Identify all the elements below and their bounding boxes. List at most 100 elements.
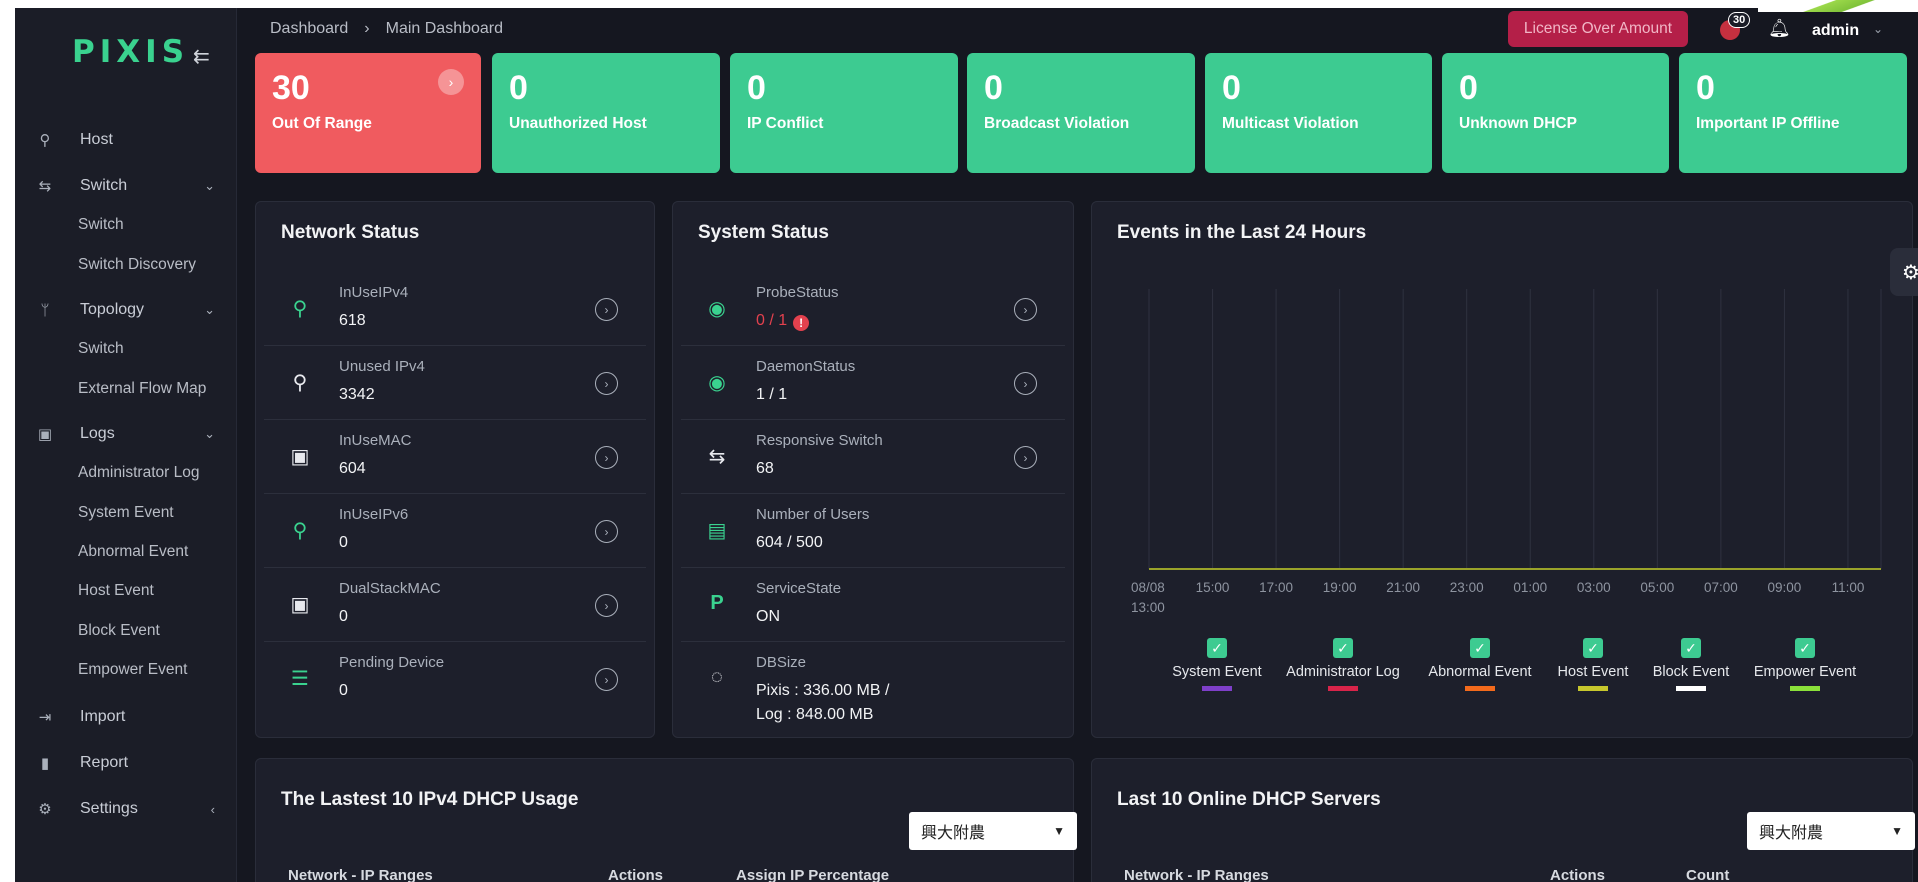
legend-swatch [1328, 686, 1358, 691]
card-broadcast-violation[interactable]: 0 Broadcast Violation [967, 53, 1195, 173]
broadcast-icon: ◉ [708, 372, 726, 394]
sidebar-item-label: Host [80, 131, 113, 148]
legend-swatch [1202, 686, 1232, 691]
legend-swatch [1676, 686, 1706, 691]
legend-swatch [1790, 686, 1820, 691]
caret-down-icon: ▼ [1053, 824, 1065, 838]
sidebar-subitem-empower-event[interactable]: Empower Event [78, 655, 187, 685]
stat-value: 0 [339, 534, 348, 551]
breadcrumb-separator: › [364, 20, 370, 37]
settings-gear-icon[interactable]: ⚙ [1890, 248, 1918, 296]
x-tick-label: 15:00 [1196, 580, 1230, 595]
sidebar-item-switch[interactable]: ⇆ Switch ⌄ [15, 171, 237, 201]
stat-value: 68 [756, 460, 774, 477]
sidebar-item-label: Settings [80, 800, 138, 817]
sidebar-item-logs[interactable]: ▣ Logs ⌄ [15, 419, 237, 449]
sidebar-subitem-switch-discovery[interactable]: Switch Discovery [78, 250, 196, 280]
chevron-right-icon[interactable]: › [595, 372, 618, 395]
checkbox-icon[interactable]: ✓ [1583, 638, 1603, 658]
sidebar-subitem-system-event[interactable]: System Event [78, 498, 174, 528]
card-multicast-violation[interactable]: 0 Multicast Violation [1205, 53, 1432, 173]
sidebar-subitem-host-event[interactable]: Host Event [78, 576, 154, 606]
checkbox-icon[interactable]: ✓ [1333, 638, 1353, 658]
stat-value: 0 [339, 608, 348, 625]
server-icon: ▤ [707, 520, 727, 542]
column-header: Count [1686, 867, 1730, 882]
chevron-right-icon[interactable]: › [595, 520, 618, 543]
sidebar-item-settings[interactable]: ⚙ Settings ‹ [15, 794, 237, 824]
card-unauthorized-host[interactable]: 0 Unauthorized Host [492, 53, 720, 173]
checklist-icon: ☰ [291, 668, 309, 690]
card-label: Important IP Offline [1696, 115, 1840, 132]
calendar-icon: ▣ [37, 426, 53, 443]
card-value: 0 [509, 69, 528, 107]
select-value: 興大附農 [921, 825, 986, 842]
switch-icon: ⇆ [708, 446, 726, 468]
card-unknown-dhcp[interactable]: 0 Unknown DHCP [1442, 53, 1669, 173]
stat-row-inuse-mac: ▣ InUseMAC 604 › [264, 420, 646, 494]
card-value: 0 [1459, 69, 1478, 107]
sidebar-subitem-external-flow-map[interactable]: External Flow Map [78, 374, 206, 404]
card-label: Unknown DHCP [1459, 115, 1577, 132]
stat-value: Pixis : 336.00 MB / [756, 682, 890, 699]
x-tick-label: 01:00 [1513, 580, 1547, 595]
sidebar-item-report[interactable]: ▮ Report [15, 748, 237, 778]
x-tick-label: 17:00 [1259, 580, 1293, 595]
chevron-right-icon[interactable]: › [1014, 298, 1037, 321]
breadcrumb-dashboard[interactable]: Dashboard [270, 20, 348, 38]
stat-row-number-of-users: ▤ Number of Users 604 / 500 [681, 494, 1065, 568]
user-menu[interactable]: admin [1812, 22, 1859, 40]
chevron-right-icon[interactable]: › [438, 69, 464, 95]
collapse-sidebar-icon[interactable]: ⇇ [193, 44, 210, 69]
sidebar-item-label: Switch [80, 177, 128, 194]
checkbox-icon[interactable]: ✓ [1470, 638, 1490, 658]
sidebar-subitem-block-event[interactable]: Block Event [78, 616, 160, 646]
card-value: 0 [984, 69, 1003, 107]
checkbox-icon[interactable]: ✓ [1681, 638, 1701, 658]
sidebar-subitem-topology-switch[interactable]: Switch [78, 334, 124, 364]
legend-label: Administrator Log [1286, 664, 1400, 680]
sidebar-subitem-abnormal-event[interactable]: Abnormal Event [78, 537, 188, 567]
stat-name: DaemonStatus [756, 358, 856, 375]
sidebar-subitem-administrator-log[interactable]: Administrator Log [78, 458, 199, 488]
column-header: Assign IP Percentage [736, 867, 890, 882]
chevron-right-icon[interactable]: › [1014, 372, 1037, 395]
card-label: Broadcast Violation [984, 115, 1130, 132]
bell-icon[interactable]: 🔔︎ [1768, 18, 1791, 39]
chevron-right-icon[interactable]: › [595, 668, 618, 691]
dhcp-servers-select[interactable]: 興大附農 ▼ [1747, 812, 1915, 850]
chevron-right-icon[interactable]: › [595, 446, 618, 469]
sidebar-item-host[interactable]: ⚲ Host [15, 125, 237, 155]
file-icon: ▮ [40, 755, 50, 772]
dhcp-usage-select[interactable]: 興大附農 ▼ [909, 812, 1077, 850]
chevron-right-icon[interactable]: › [595, 298, 618, 321]
x-tick-label: 11:00 [1832, 580, 1865, 595]
chevron-right-icon[interactable]: › [1014, 446, 1037, 469]
stat-name: InUseIPv6 [339, 506, 409, 523]
sidebar-subitem-switch[interactable]: Switch [78, 210, 124, 240]
card-out-of-range[interactable]: 30 Out Of Range › [255, 53, 481, 173]
chevron-right-icon[interactable]: › [595, 594, 618, 617]
stat-row-unused-ipv4: ⚲ Unused IPv4 3342 › [264, 346, 646, 420]
column-header: Network - IP Ranges [1124, 867, 1269, 882]
card-important-ip-offline[interactable]: 0 Important IP Offline [1679, 53, 1907, 173]
checkbox-icon[interactable]: ✓ [1795, 638, 1815, 658]
warning-icon: ! [793, 315, 810, 331]
legend-item[interactable]: ✓ Empower Event [1725, 638, 1885, 691]
stat-value: 0 [339, 682, 348, 699]
card-label: IP Conflict [747, 115, 824, 132]
stat-row-dualstack-mac: ▣ DualStackMAC 0 › [264, 568, 646, 642]
broadcast-icon: ◉ [708, 298, 726, 320]
checkbox-icon[interactable]: ✓ [1207, 638, 1227, 658]
stat-value: 1 / 1 [756, 386, 788, 403]
sidebar-item-topology[interactable]: ᛘ Topology ⌄ [15, 295, 237, 325]
chevron-down-icon[interactable]: ⌄ [1873, 22, 1883, 36]
app-logo[interactable]: PIXIS [72, 34, 189, 70]
pin-icon: ⚲ [292, 520, 308, 542]
license-over-amount-button[interactable]: License Over Amount [1508, 11, 1688, 47]
legend-item[interactable]: ✓ Administrator Log [1263, 638, 1423, 691]
sidebar-item-import[interactable]: ⇥ Import [15, 702, 237, 732]
card-ip-conflict[interactable]: 0 IP Conflict [730, 53, 958, 173]
breadcrumb-main-dashboard: Main Dashboard [385, 20, 504, 37]
legend-swatch [1578, 686, 1608, 691]
